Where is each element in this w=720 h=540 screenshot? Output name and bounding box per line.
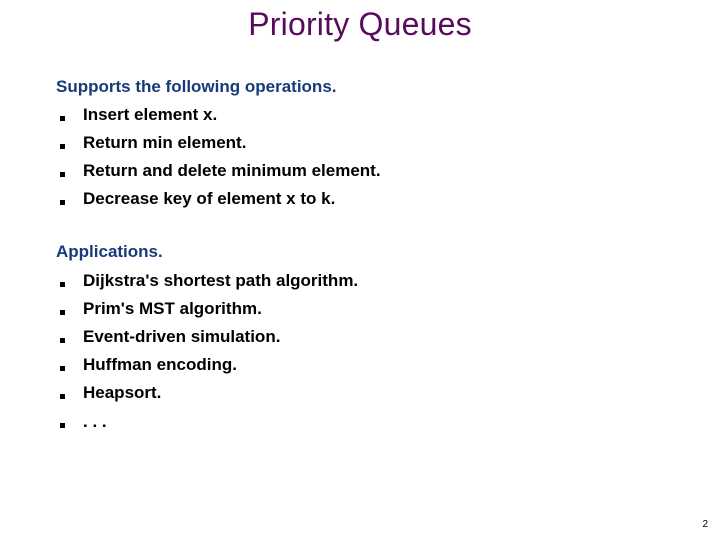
page-number: 2 [702,519,708,530]
list-item-text: Return min element. [83,133,247,152]
list-item: Event-driven simulation. [60,326,280,348]
list-item: Huffman encoding. [60,354,237,376]
bullet-icon [60,115,65,121]
bullet-icon [60,337,65,343]
bullet-icon [60,143,65,149]
list-item: Heapsort. [60,382,161,404]
operations-heading: Supports the following operations. [56,77,337,96]
list-item: Decrease key of element x to k. [60,188,335,210]
list-item: Insert element x. [60,104,217,126]
list-item-text: Dijkstra's shortest path algorithm. [83,271,359,290]
list-item-text: Prim's MST algorithm. [83,299,262,318]
bullet-icon [60,393,65,399]
list-item-text: Insert element x. [83,105,218,124]
slide-title: Priority Queues [248,6,472,42]
bullet-icon [60,365,65,371]
bullet-icon [60,171,65,177]
list-item: Dijkstra's shortest path algorithm. [60,270,358,292]
list-item-text: Huffman encoding. [83,355,237,374]
bullet-icon [60,422,65,428]
list-item-text: Return and delete minimum element. [83,161,381,180]
list-item-text: . . . [83,412,107,431]
bullet-icon [60,199,65,205]
list-item: . . . [60,411,107,433]
list-item: Return and delete minimum element. [60,160,381,182]
bullet-icon [60,281,65,287]
list-item-text: Heapsort. [83,383,162,402]
list-item-text: Event-driven simulation. [83,327,281,346]
list-item-text: Decrease key of element x to k. [83,189,336,208]
applications-heading: Applications. [56,242,163,261]
bullet-icon [60,309,65,315]
list-item: Prim's MST algorithm. [60,298,262,320]
list-item: Return min element. [60,132,246,154]
